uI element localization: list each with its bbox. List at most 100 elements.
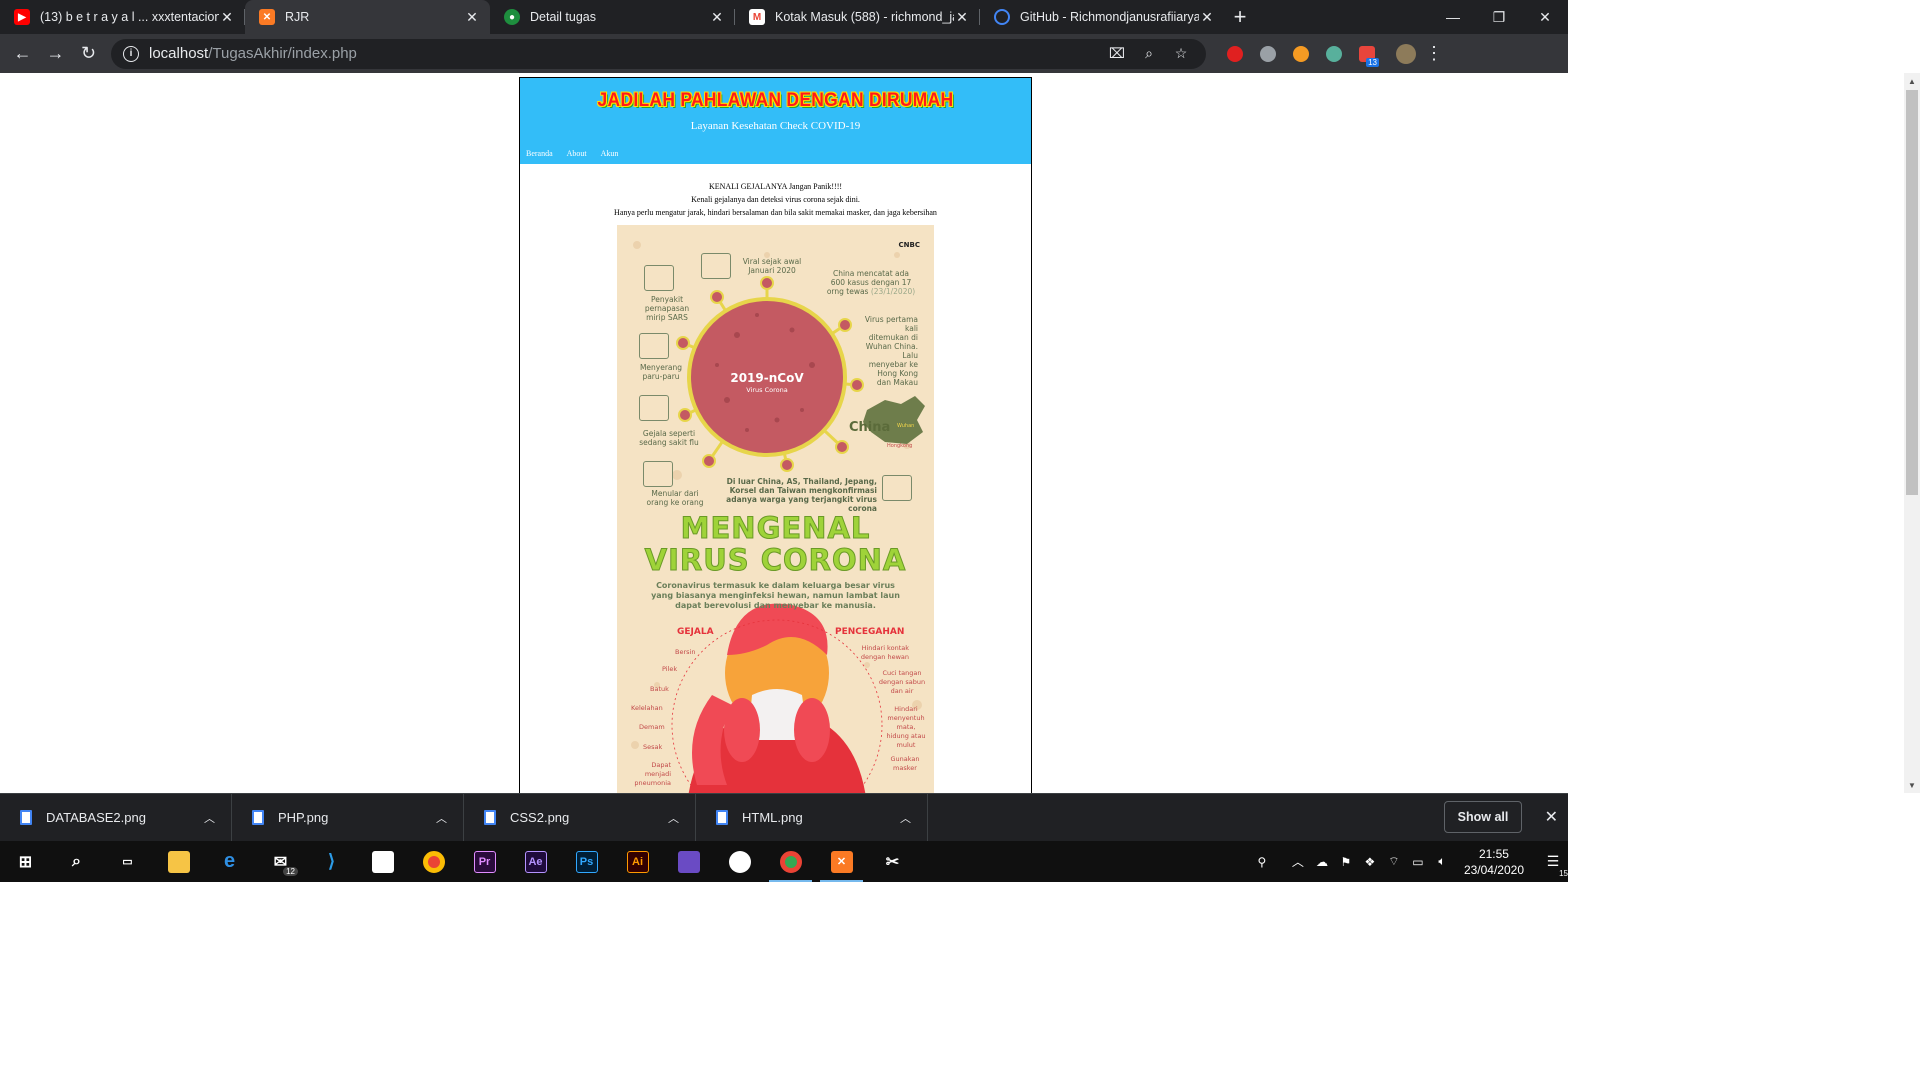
search-button[interactable]: ⌕ [51,841,102,882]
download-item[interactable]: HTML.png ︿ [696,793,928,842]
back-button[interactable]: ← [6,37,39,70]
address-bar[interactable]: i localhost/TugasAkhir/index.php ⌧ ⌕ ☆ [111,38,1206,69]
tab-title: Kotak Masuk (588) - richmond_ja [775,10,954,24]
owl-extension-icon[interactable] [1317,39,1350,69]
taskbar-premiere[interactable]: Pr [459,841,510,882]
taskbar-photoshop[interactable]: Ps [561,841,612,882]
tab-gmail[interactable]: M Kotak Masuk (588) - richmond_ja ✕ [735,0,980,34]
reload-button[interactable]: ↻ [72,37,105,70]
china-cases-date: (23/1/2020) [870,287,916,296]
dropbox-icon[interactable]: ❖ [1358,855,1382,869]
download-item[interactable]: DATABASE2.png ︿ [0,793,232,842]
onedrive-icon[interactable]: ☁ [1310,855,1334,869]
taskbar-store[interactable] [357,841,408,882]
pencegahan-item: Hindari menyentuh mata, hidung atau mulu… [886,705,926,749]
notification-count: 15 [1559,869,1568,878]
people-icon[interactable]: ⚲ [1250,855,1274,869]
virus-sublabel: Virus Corona [746,386,788,394]
bookmark-star-icon[interactable]: ☆ [1168,45,1194,62]
chevron-up-icon[interactable]: ︿ [204,810,215,826]
close-downloads-icon[interactable]: ✕ [1545,807,1558,827]
nose-icon [639,395,669,421]
taskbar-edge[interactable]: e [204,841,255,882]
map-china-label: China [849,420,891,435]
honey-extension-icon[interactable] [1284,39,1317,69]
volume-icon[interactable]: 🔈︎ [1430,854,1454,869]
download-item[interactable]: CSS2.png ︿ [464,793,696,842]
close-tab-icon[interactable]: ✕ [954,9,970,26]
after-effects-icon: Ae [524,850,547,873]
maximize-button[interactable]: ❐ [1476,0,1522,34]
minimize-button[interactable]: — [1430,0,1476,34]
zoom-icon[interactable]: ⌕ [1136,45,1162,62]
battery-icon[interactable]: ▭ [1406,855,1430,869]
pencegahan-item: Hindari kontak dengan hewan [860,644,909,661]
taskbar-visual-studio[interactable] [663,841,714,882]
illustrator-icon: Ai [626,850,649,873]
menu-icon[interactable]: ⋮ [1422,43,1446,64]
cnbc-logo: CNBC [898,241,920,249]
nav-beranda[interactable]: Beranda [526,149,553,158]
task-view-button[interactable]: ▭ [102,841,153,882]
outside-china-text: Di luar China, AS, Thailand, Jepang, Kor… [726,477,877,513]
taskbar-vscode[interactable]: ⟩ [306,841,357,882]
taskbar-after-effects[interactable]: Ae [510,841,561,882]
banner-title: JADILAH PAHLAWAN DENGAN DIRUMAH [597,90,954,111]
pencegahan-item: Cuci tangan dengan sabun dan air [878,669,926,695]
tab-rjr[interactable]: ✕ RJR ✕ [245,0,490,34]
scroll-up-arrow-icon[interactable]: ▲ [1904,73,1920,89]
translate-icon[interactable]: ⌧ [1104,45,1130,62]
nav-about[interactable]: About [567,149,587,158]
action-center-button[interactable]: ☰ 15 [1538,853,1568,878]
corona-infographic: CNBC Viral sejak awal Januari 2020 China… [617,225,934,793]
chevron-up-icon[interactable]: ︿ [900,810,911,826]
extension-icon[interactable] [1251,39,1284,69]
gejala-item: Demam [639,723,665,731]
chevron-up-icon[interactable]: ︿ [436,810,447,826]
info-icon[interactable]: i [123,45,139,62]
close-tab-icon[interactable]: ✕ [709,9,725,26]
wifi-icon[interactable]: ⌔ [1382,854,1406,869]
chevron-up-icon[interactable]: ︿ [668,810,679,826]
taskbar-chrome-active[interactable] [765,841,816,882]
tab-title: Detail tugas [530,10,597,24]
pencegahan-item: Gunakan masker [890,755,920,772]
clock[interactable]: 21:55 23/04/2020 [1464,846,1524,878]
close-window-button[interactable]: ✕ [1522,0,1568,34]
profile-avatar[interactable] [1389,39,1422,69]
url-path: /TugasAkhir/index.php [208,45,357,62]
show-hidden-icons-chevron[interactable]: ︿ [1286,853,1310,870]
page-header: JADILAH PAHLAWAN DENGAN DIRUMAH Layanan … [520,78,1031,164]
download-item[interactable]: PHP.png ︿ [232,793,464,842]
url-host: localhost [149,45,209,62]
taskbar-illustrator[interactable]: Ai [612,841,663,882]
symptom-text: Menyerang paru-paru [639,363,683,381]
forward-button[interactable]: → [39,37,72,70]
security-icon[interactable]: ⚑ [1334,855,1358,869]
new-tab-button[interactable]: + [1225,0,1255,34]
taskbar-whatsapp[interactable] [714,841,765,882]
taskbar-xampp[interactable]: ✕ [816,841,867,882]
snipping-tool-icon: ✂ [885,853,900,871]
page-content: KENALI GEJALANYA Jangan Panik!!!! Kenali… [520,164,1031,793]
close-tab-icon[interactable]: ✕ [219,9,235,26]
close-tab-icon[interactable]: ✕ [464,9,480,26]
tab-github[interactable]: GitHub - Richmondjanusrafiiaryar ✕ [980,0,1225,34]
taskbar-file-explorer[interactable] [153,841,204,882]
gmail-icon: M [749,9,765,25]
scroll-down-arrow-icon[interactable]: ▼ [1904,777,1920,793]
taskbar-chrome[interactable] [408,841,459,882]
badge-extension-icon[interactable]: 13 [1350,39,1383,69]
nav-akun[interactable]: Akun [601,149,619,158]
adblock-extension-icon[interactable] [1218,39,1251,69]
image-file-icon [484,810,496,825]
tab-detail-tugas[interactable]: ● Detail tugas ✕ [490,0,735,34]
taskbar-snipping[interactable]: ✂ [867,841,918,882]
scrollbar-thumb[interactable] [1906,90,1918,495]
show-all-button[interactable]: Show all [1444,801,1522,833]
taskbar-mail[interactable]: ✉ 12 [255,841,306,882]
close-tab-icon[interactable]: ✕ [1199,9,1215,26]
start-button[interactable]: ⊞ [0,841,51,882]
page-scrollbar[interactable]: ▲ ▼ [1904,73,1920,793]
tab-youtube[interactable]: ▶ (13) b e t r a y a l ... xxxtentacion … [0,0,245,34]
